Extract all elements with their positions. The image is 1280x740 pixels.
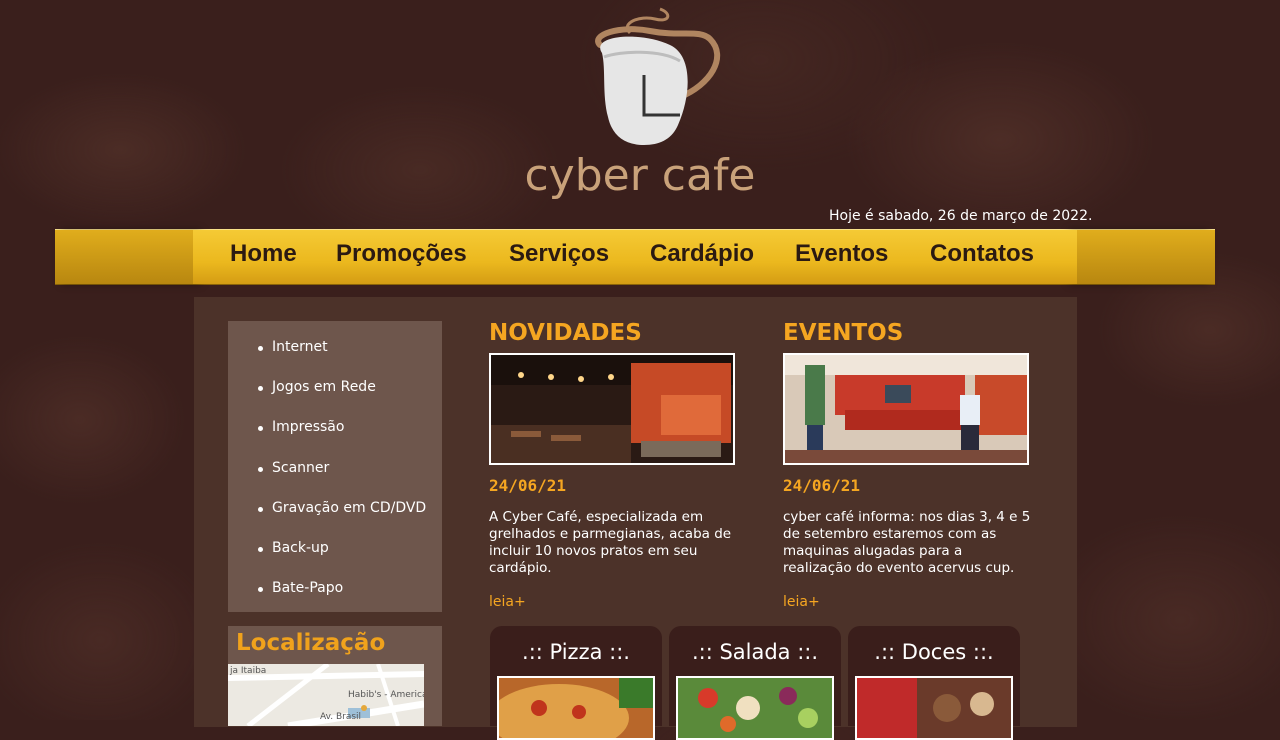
card-title: .:: Pizza ::. [522,640,630,664]
main-nav: Home Promoções Serviços Cardápio Eventos… [55,229,1215,285]
events-title: EVENTOS [783,320,904,346]
nav-decor-right [1075,230,1215,284]
card-salada[interactable]: .:: Salada ::. [669,626,841,740]
pizza-photo [499,678,653,738]
services-sidebar: Internet Jogos em Rede Impressão Scanner… [228,321,442,612]
nav-decor-left [55,230,195,284]
map-label: Habib's - America [348,690,424,700]
nav-servicos[interactable]: Serviços [509,240,609,268]
events-date: 24/06/21 [783,476,861,495]
events-read-more-link[interactable]: leia+ [783,594,820,610]
nav-contatos[interactable]: Contatos [930,240,1034,268]
cyber-cafe-logo[interactable]: cyber cafe [520,0,760,210]
card-title: .:: Doces ::. [874,640,994,664]
sidebar-item-bate-papo[interactable]: Bate-Papo [257,580,343,596]
map-label: ja Itaiba [230,666,267,676]
pizza-image [497,676,655,740]
events-photo[interactable] [783,353,1029,465]
cafe-interior-image [491,355,733,463]
sidebar-item-impressao[interactable]: Impressão [257,419,344,435]
current-date: Hoje é sabado, 26 de março de 2022. [829,208,1093,224]
sidebar-item-back-up[interactable]: Back-up [258,540,329,556]
news-read-more-link[interactable]: leia+ [489,594,526,610]
sweets-photo [857,678,1011,738]
location-box: Localização ja Itaiba Habib's - America … [228,626,442,726]
news-title: NOVIDADES [489,320,642,346]
news-date: 24/06/21 [489,476,567,495]
nav-menu: Home Promoções Serviços Cardápio Eventos… [193,230,1077,284]
location-map[interactable]: ja Itaiba Habib's - America Av. Brasil [228,664,424,726]
sidebar-item-scanner[interactable]: Scanner [257,460,329,476]
card-pizza[interactable]: .:: Pizza ::. [490,626,662,740]
sidebar-item-gravacao[interactable]: Gravação em CD/DVD [257,500,426,516]
map-label: Av. Brasil [320,712,362,722]
coffee-cup-icon [595,7,721,146]
sidebar-item-jogos-em-rede[interactable]: Jogos em Rede [258,379,376,395]
nav-home[interactable]: Home [230,240,297,268]
brand-name: cyber cafe [524,150,756,201]
salad-image [676,676,834,740]
news-photo[interactable] [489,353,735,465]
sweets-image [855,676,1013,740]
nav-cardapio[interactable]: Cardápio [650,240,754,268]
salad-photo [678,678,832,738]
card-doces[interactable]: .:: Doces ::. [848,626,1020,740]
location-title: Localização [236,630,386,656]
nav-eventos[interactable]: Eventos [795,240,888,268]
sidebar-item-internet[interactable]: Internet [258,339,328,355]
events-text: cyber café informa: nos dias 3, 4 e 5 de… [783,509,1031,576]
news-text: A Cyber Café, especializada em grelhados… [489,509,732,576]
nav-promocoes[interactable]: Promoções [336,240,467,268]
lan-house-image [785,355,1027,463]
card-title: .:: Salada ::. [691,640,819,664]
